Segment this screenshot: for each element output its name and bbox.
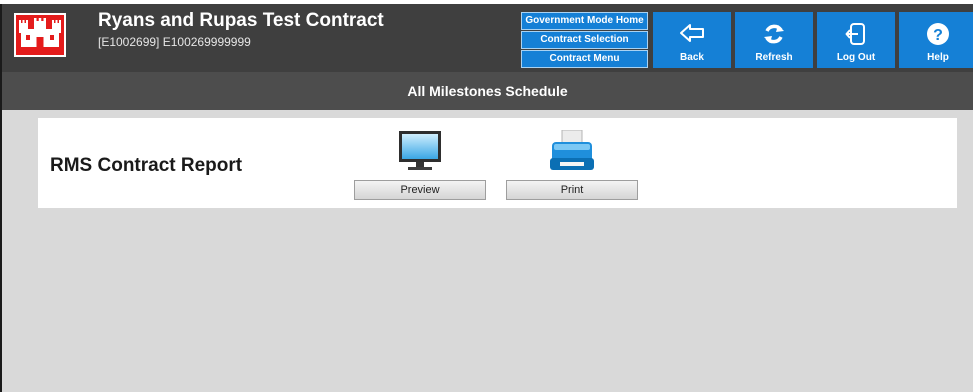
help-label: Help <box>927 52 949 63</box>
page-title: All Milestones Schedule <box>0 72 973 110</box>
preview-action: Preview <box>354 118 486 206</box>
back-button[interactable]: Back <box>653 12 731 68</box>
app-header: Ryans and Rupas Test Contract [E1002699]… <box>0 4 973 72</box>
help-icon: ? <box>927 23 949 45</box>
contract-selection-link[interactable]: Contract Selection <box>521 31 648 49</box>
report-card: RMS Contract Report Preview Print <box>38 118 957 208</box>
log-out-button[interactable]: Log Out <box>817 12 895 68</box>
back-label: Back <box>680 52 704 63</box>
contract-menu-link[interactable]: Contract Menu <box>521 50 648 68</box>
logout-icon <box>845 23 865 45</box>
printer-icon <box>550 130 594 170</box>
svg-text:?: ? <box>933 27 943 44</box>
castle-logo-icon <box>14 13 66 57</box>
refresh-label: Refresh <box>755 52 793 63</box>
preview-button[interactable]: Preview <box>354 180 486 200</box>
monitor-icon <box>399 131 441 170</box>
back-arrow-icon <box>680 24 704 42</box>
help-button[interactable]: ? Help <box>899 12 973 68</box>
contract-identifier: [E1002699] E100269999999 <box>98 35 251 49</box>
main-content: RMS Contract Report Preview Print <box>0 110 973 392</box>
refresh-icon <box>764 24 784 44</box>
report-title: RMS Contract Report <box>50 155 243 176</box>
print-button[interactable]: Print <box>506 180 638 200</box>
log-out-label: Log Out <box>836 52 876 63</box>
print-action: Print <box>506 118 638 206</box>
nav-links: Government Mode Home Contract Selection … <box>521 12 648 69</box>
government-mode-home-link[interactable]: Government Mode Home <box>521 12 648 30</box>
contract-title: Ryans and Rupas Test Contract <box>98 10 384 31</box>
refresh-button[interactable]: Refresh <box>735 12 813 68</box>
